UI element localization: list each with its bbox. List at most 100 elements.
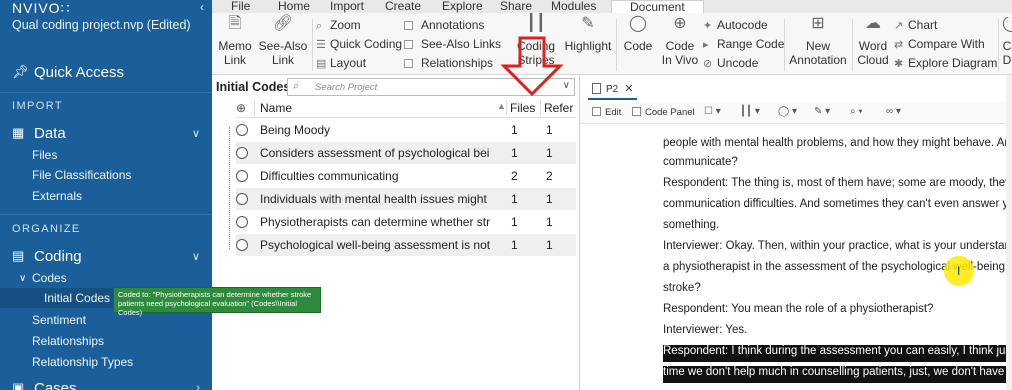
table-row[interactable]: Being Moody 1 1 (236, 119, 576, 141)
table-row[interactable]: Physiotherapists can determine whether s… (236, 211, 576, 233)
relationships-checkbox[interactable]: Relationships (404, 56, 493, 70)
checkbox[interactable] (404, 40, 413, 49)
add-column-icon[interactable]: ⊕ (236, 101, 246, 115)
tab-document[interactable]: Document (611, 0, 704, 13)
explore-diagram-button[interactable]: ✱ Explore Diagram (894, 56, 997, 70)
sidebar-item-codes[interactable]: ∨ Codes (0, 268, 212, 288)
checkbox[interactable] (404, 59, 413, 68)
data-group[interactable]: ▦ Data ∨ (0, 121, 212, 145)
highlight-button[interactable]: ✎ Highlight (564, 16, 612, 54)
sidebar-item-relationship-types[interactable]: Relationship Types (0, 352, 212, 372)
code-in-vivo-button[interactable]: ⊕ Code In Vivo (660, 16, 700, 68)
coding-group[interactable]: ▤ Coding ∨ (0, 244, 212, 268)
document-tab-p2[interactable]: P2 ✕ (588, 80, 638, 100)
layout-button[interactable]: ▤ Layout (316, 56, 366, 70)
vertical-scrollbar[interactable] (1006, 75, 1012, 390)
sidebar-item-externals[interactable]: Externals (0, 186, 212, 206)
checkbox[interactable] (592, 107, 601, 116)
tab-modules[interactable]: Modules (551, 0, 596, 13)
table-row[interactable]: Considers assessment of psychological be… (236, 142, 576, 164)
collapse-sidebar-icon[interactable]: ‹ (200, 0, 204, 14)
grid-icon: ▦ (12, 125, 25, 140)
button-label: Layout (330, 56, 367, 70)
coding-stripes-icon[interactable]: ┃┃ ▾ (740, 106, 760, 117)
files-count: 2 (511, 169, 518, 183)
see-also-link-button[interactable]: 🔗︎ See-Also Link (258, 16, 308, 68)
zoom-icon[interactable]: ⌕ ▾ (850, 106, 863, 117)
sidebar-item-files[interactable]: Files (0, 145, 212, 165)
divider (616, 19, 617, 71)
caret-down-icon: ∨ (19, 272, 27, 284)
document-body[interactable]: people with mental health problems, and … (580, 125, 1012, 390)
tab-create[interactable]: Create (385, 0, 421, 13)
range-code-button[interactable]: ▸ Range Code (703, 37, 784, 51)
files-count: 1 (511, 215, 518, 229)
chart-button[interactable]: ↗ Chart (894, 18, 937, 32)
select-radio[interactable] (236, 239, 248, 251)
zoom-button[interactable]: ⌕ Zoom (316, 18, 361, 33)
files-column-header[interactable]: Files (510, 101, 535, 115)
code-panel-checkbox[interactable]: Code Panel (632, 107, 695, 118)
word-cloud-button[interactable]: ☁ Word Cloud (856, 15, 890, 68)
memo-link-button[interactable]: 🗎︎ Memo Link (218, 16, 252, 68)
code-circle-icon[interactable]: ◯ ▾ (778, 106, 797, 117)
divider (784, 19, 785, 71)
quick-access[interactable]: 📌︎ Quick Access (0, 58, 212, 86)
tab-import[interactable]: Import (330, 0, 364, 13)
quick-coding-button[interactable]: ☰ Quick Coding (316, 37, 402, 51)
truncated-button[interactable]: ◯ C D (1002, 17, 1012, 67)
select-radio[interactable] (236, 147, 248, 159)
checkbox[interactable] (404, 21, 413, 30)
select-radio[interactable] (236, 216, 248, 228)
checkbox[interactable] (632, 107, 641, 116)
sort-asc-icon[interactable]: ▲ (497, 101, 506, 111)
compare-with-button[interactable]: ⇄ Compare With (894, 37, 985, 51)
button-label: See-Also (258, 39, 308, 53)
button-label: C (1002, 39, 1012, 53)
truncated-icon: ◯ (1002, 17, 1012, 32)
sidebar-item-label: Sentiment (32, 313, 87, 327)
tab-file[interactable]: File (231, 0, 250, 13)
tooltip-line: Coded to: "Physiotherapists can determin… (118, 290, 312, 299)
sidebar-item-relationships[interactable]: Relationships (0, 331, 212, 351)
name-column-header[interactable]: Name (260, 101, 292, 115)
code-name: Being Moody (260, 123, 331, 137)
document-toolbar: Edit Code Panel ☐ ▾ ┃┃ ▾ ◯ ▾ ✎ ▾ ⌕ ▾ ∞ ▾ (580, 102, 1012, 124)
chevron-down-icon: ∨ (191, 250, 200, 263)
table-row[interactable]: Difficulties communicating 2 2 (236, 165, 576, 187)
tab-home[interactable]: Home (278, 0, 310, 13)
select-radio[interactable] (236, 193, 248, 205)
uncode-button[interactable]: ⊘ Uncode (703, 56, 758, 70)
coding-icon: ▤ (12, 248, 25, 263)
highlighter-icon[interactable]: ✎ ▾ (814, 106, 830, 117)
references-column-header[interactable]: Refer (544, 101, 573, 115)
data-group-label: Data (34, 124, 66, 142)
code-button[interactable]: ◯ Code (620, 16, 656, 54)
close-icon[interactable]: ✕ (624, 83, 633, 95)
code-name: Physiotherapists can determine whether s… (260, 215, 490, 229)
tab-share[interactable]: Share (500, 0, 532, 13)
see-also-links-checkbox[interactable]: See-Also Links (404, 37, 501, 51)
code-name: Difficulties communicating (260, 169, 399, 183)
cloud-icon: ☁ (865, 15, 881, 32)
checkbox-label: Annotations (421, 18, 485, 32)
compare-icon: ⇄ (894, 39, 904, 51)
table-row[interactable]: Individuals with mental health issues mi… (236, 188, 576, 210)
autocode-button[interactable]: ✦ Autocode (703, 18, 768, 32)
cases-group[interactable]: ▣ Cases › (0, 376, 212, 390)
tab-explore[interactable]: Explore (442, 0, 483, 13)
button-label: Zoom (330, 18, 361, 32)
edit-checkbox[interactable]: Edit (592, 107, 621, 118)
red-arrow-annotation (500, 36, 564, 96)
sidebar-item-label: Relationships (32, 334, 105, 348)
link-icon[interactable]: ∞ ▾ (886, 106, 901, 117)
annotations-checkbox[interactable]: Annotations (404, 18, 484, 32)
ribbon-toolbar: 🗎︎ Memo Link 🔗︎ See-Also Link ⌕ Zoom ☰ Qui… (212, 13, 1012, 75)
project-title: Qual coding project.nvp (Edited) (12, 18, 191, 32)
select-radio[interactable] (236, 124, 248, 136)
comment-icon[interactable]: ☐ ▾ (704, 106, 721, 117)
select-radio[interactable] (236, 170, 248, 182)
sidebar-item-file-classifications[interactable]: File Classifications (0, 165, 212, 185)
new-annotation-button[interactable]: ⊞ New Annotation (788, 16, 848, 68)
table-row[interactable]: Psychological well-being assessment is n… (236, 234, 576, 256)
